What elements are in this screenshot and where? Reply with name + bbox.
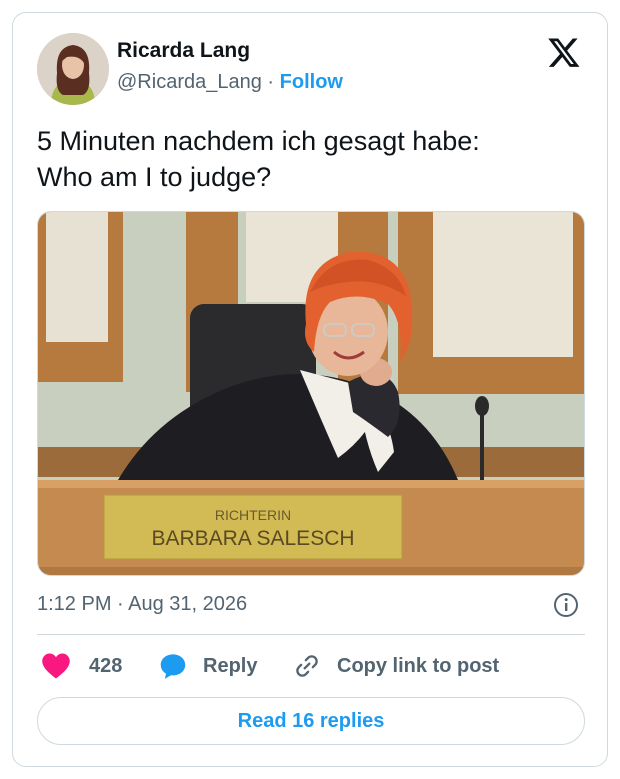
read-replies-button[interactable]: Read 16 replies — [37, 697, 585, 745]
tweet-text-line-1: 5 Minuten nachdem ich gesagt habe: — [37, 126, 480, 156]
info-icon[interactable] — [553, 592, 579, 618]
heart-icon — [42, 653, 70, 679]
copy-link-label: Copy link to post — [337, 654, 500, 677]
reply-bubble-icon — [160, 654, 186, 679]
nameplate-line-1: RICHTERIN — [215, 507, 291, 523]
follow-button[interactable]: Follow — [280, 71, 343, 93]
nameplate-line-2: BARBARA SALESCH — [151, 527, 354, 550]
tweet-text: 5 Minuten nachdem ich gesagt habe: Who a… — [37, 123, 587, 195]
like-button[interactable]: 428 — [41, 649, 122, 683]
divider — [37, 634, 585, 635]
courtroom-photo: RICHTERIN BARBARA SALESCH — [38, 212, 584, 575]
author-name[interactable]: Ricarda Lang — [117, 39, 250, 63]
copy-link-button[interactable]: Copy link to post — [293, 649, 499, 683]
link-icon — [296, 655, 318, 677]
tweet-text-line-2: Who am I to judge? — [37, 162, 272, 192]
reply-button[interactable]: Reply — [159, 649, 257, 683]
handle-separator: · — [267, 71, 275, 93]
avatar-image — [37, 33, 109, 105]
author-handle-line: @Ricarda_Lang · Follow — [117, 71, 343, 94]
reply-label: Reply — [203, 654, 258, 677]
tweet-card: Ricarda Lang @Ricarda_Lang · Follow 5 Mi… — [12, 12, 608, 767]
action-bar: 428 Reply Copy link to post — [37, 649, 585, 683]
author-handle[interactable]: @Ricarda_Lang — [117, 71, 262, 93]
tweet-media-photo[interactable]: RICHTERIN BARBARA SALESCH — [37, 211, 585, 576]
like-count: 428 — [89, 654, 123, 677]
x-logo-icon[interactable] — [547, 35, 581, 69]
tweet-timestamp[interactable]: 1:12 PM · Aug 31, 2026 — [37, 593, 247, 616]
avatar[interactable] — [37, 33, 109, 105]
